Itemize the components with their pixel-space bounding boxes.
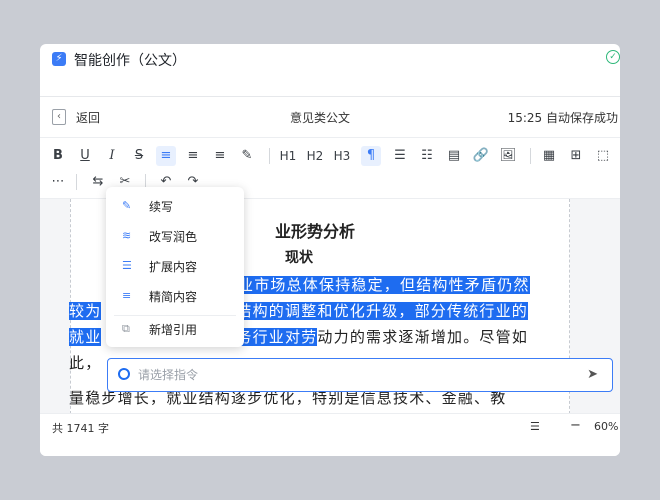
ai-assistant-icon xyxy=(118,368,130,380)
numbered-list-icon[interactable]: ☷ xyxy=(417,146,437,166)
align-right-button[interactable]: ≡ xyxy=(210,146,230,166)
text-line: 此， xyxy=(69,352,101,373)
selected-text: 较为 xyxy=(69,302,102,320)
heading3-button[interactable]: H3 xyxy=(332,146,352,166)
zoom-out-button[interactable]: − xyxy=(570,418,581,433)
back-label[interactable]: 返回 xyxy=(76,109,100,126)
align-left-button[interactable]: ≡ xyxy=(156,146,176,166)
menu-item-continue[interactable]: ✎ 续写 xyxy=(106,192,244,222)
lightning-icon: ⚡ xyxy=(52,52,66,66)
selected-text: 业市场总体保持稳定，但结构性矛盾仍然 xyxy=(238,276,530,294)
selected-text: 结构的调整和优化升级，部分传统行业的 xyxy=(236,302,529,320)
menu-item-label: 精简内容 xyxy=(149,290,198,304)
back-button[interactable]: ‹ xyxy=(52,109,66,125)
frame-icon[interactable]: ⬚ xyxy=(593,146,613,166)
word-count: 共 1741 字 xyxy=(52,422,109,435)
bullet-list-icon[interactable]: ☰ xyxy=(390,146,410,166)
menu-item-label: 续写 xyxy=(149,200,174,214)
indent-icon[interactable]: ⇆ xyxy=(88,172,108,192)
condense-icon: ≡ xyxy=(122,289,132,302)
heading2-button[interactable]: H2 xyxy=(305,146,325,166)
toolbar-divider xyxy=(76,174,77,190)
menu-item-add-citation[interactable]: ⧉ 新增引用 xyxy=(106,315,244,345)
expand-icon: ☰ xyxy=(122,259,132,272)
menu-item-condense[interactable]: ≡ 精简内容 xyxy=(106,282,244,312)
underline-button[interactable]: U xyxy=(75,146,95,166)
menu-item-label: 新增引用 xyxy=(149,323,198,337)
task-list-icon[interactable]: ▤ xyxy=(444,146,464,166)
align-center-button[interactable]: ≡ xyxy=(183,146,203,166)
app-title: 智能创作（公文） xyxy=(74,53,186,69)
table-icon[interactable]: ▦ xyxy=(539,146,559,166)
document-subheading: 现状 xyxy=(285,250,313,266)
strikethrough-button[interactable]: S xyxy=(129,146,149,166)
body-text: 此， xyxy=(69,354,102,372)
menu-item-label: 扩展内容 xyxy=(149,260,198,274)
selected-text: 就业 xyxy=(69,328,102,346)
zoom-level: 60% xyxy=(594,420,619,433)
bold-button[interactable]: B xyxy=(48,146,68,166)
outline-icon[interactable]: ☰ xyxy=(530,420,540,433)
link-icon[interactable]: 🔗 xyxy=(471,146,491,166)
ai-command-menu: ✎ 续写 ≋ 改写润色 ☰ 扩展内容 ≡ 精简内容 ⧉ 新增引用 xyxy=(106,187,244,347)
app-header: ⚡ 智能创作（公文） ✓ xyxy=(40,44,620,97)
rewrite-icon: ≋ xyxy=(122,229,132,242)
document-heading: 业形势分析 xyxy=(275,222,356,241)
toolbar-divider xyxy=(269,148,270,164)
selected-text: 务行业对劳 xyxy=(236,328,318,346)
document-nav: ‹ 返回 意见类公文 15:25 自动保存成功 xyxy=(40,97,620,138)
send-icon[interactable]: ➤ xyxy=(587,367,598,382)
ai-command-bar: ➤ xyxy=(107,358,613,392)
menu-item-expand[interactable]: ☰ 扩展内容 xyxy=(106,252,244,282)
body-text: 动力的需求逐渐增加。尽管如 xyxy=(317,328,529,346)
quote-icon: ⧉ xyxy=(122,322,130,335)
highlight-icon[interactable]: ✎ xyxy=(237,146,257,166)
autosave-status: 15:25 自动保存成功 xyxy=(507,111,618,125)
document-title: 意见类公文 xyxy=(290,111,351,125)
heading1-button[interactable]: H1 xyxy=(278,146,298,166)
italic-button[interactable]: I xyxy=(102,146,122,166)
more-icon[interactable]: ⋯ xyxy=(48,172,68,192)
text-line: 业市场总体保持稳定，但结构性矛盾仍然 xyxy=(238,274,530,295)
status-bar: 共 1741 字 ☰ − 60% xyxy=(40,413,620,456)
toolbar-divider xyxy=(530,148,531,164)
paragraph-icon[interactable]: ¶ xyxy=(361,146,381,166)
grid-icon[interactable]: ⊞ xyxy=(566,146,586,166)
pen-icon: ✎ xyxy=(122,199,132,212)
image-icon[interactable]: 🖼 xyxy=(498,146,518,166)
menu-item-rewrite[interactable]: ≋ 改写润色 xyxy=(106,222,244,252)
check-circle-icon: ✓ xyxy=(606,50,620,64)
menu-item-label: 改写润色 xyxy=(149,230,198,244)
command-input[interactable] xyxy=(138,366,558,384)
